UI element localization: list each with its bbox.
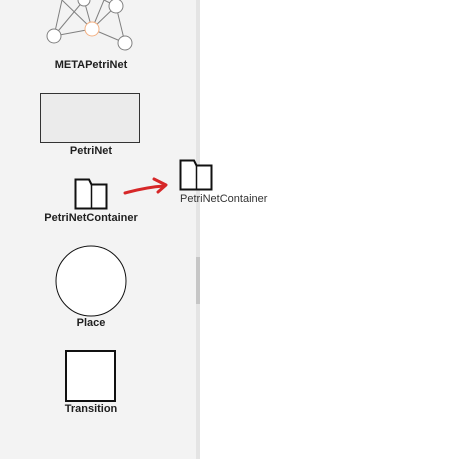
rectangle-icon [40, 93, 140, 143]
diagram-canvas[interactable] [200, 0, 463, 459]
square-icon [65, 350, 116, 402]
palette-item-label: Place [76, 317, 106, 329]
palette-item-metapetrinet[interactable]: METAPetriNet [0, 0, 196, 80]
folder-icon [74, 178, 108, 210]
palette-item-label: PetriNetContainer [44, 212, 138, 224]
editor-window: METAPetriNet PetriNet PetriNetContainer … [0, 0, 463, 459]
folder-icon [179, 159, 213, 191]
canvas-element-petrinetcontainer[interactable]: PetriNetContainer [178, 158, 278, 208]
circle-icon [55, 245, 127, 317]
network-graph-icon [46, 0, 133, 51]
palette-item-transition[interactable]: Transition [0, 348, 196, 420]
palette-panel: METAPetriNet PetriNet PetriNetContainer … [0, 0, 196, 459]
palette-item-place[interactable]: Place [0, 244, 196, 332]
palette-item-label: PetriNet [69, 145, 113, 157]
palette-item-petrinet[interactable]: PetriNet [0, 88, 196, 160]
arrow-icon [123, 177, 168, 195]
canvas-element-label: PetriNetContainer [180, 193, 268, 205]
palette-item-label: Transition [64, 403, 118, 415]
palette-item-label: METAPetriNet [54, 59, 128, 71]
